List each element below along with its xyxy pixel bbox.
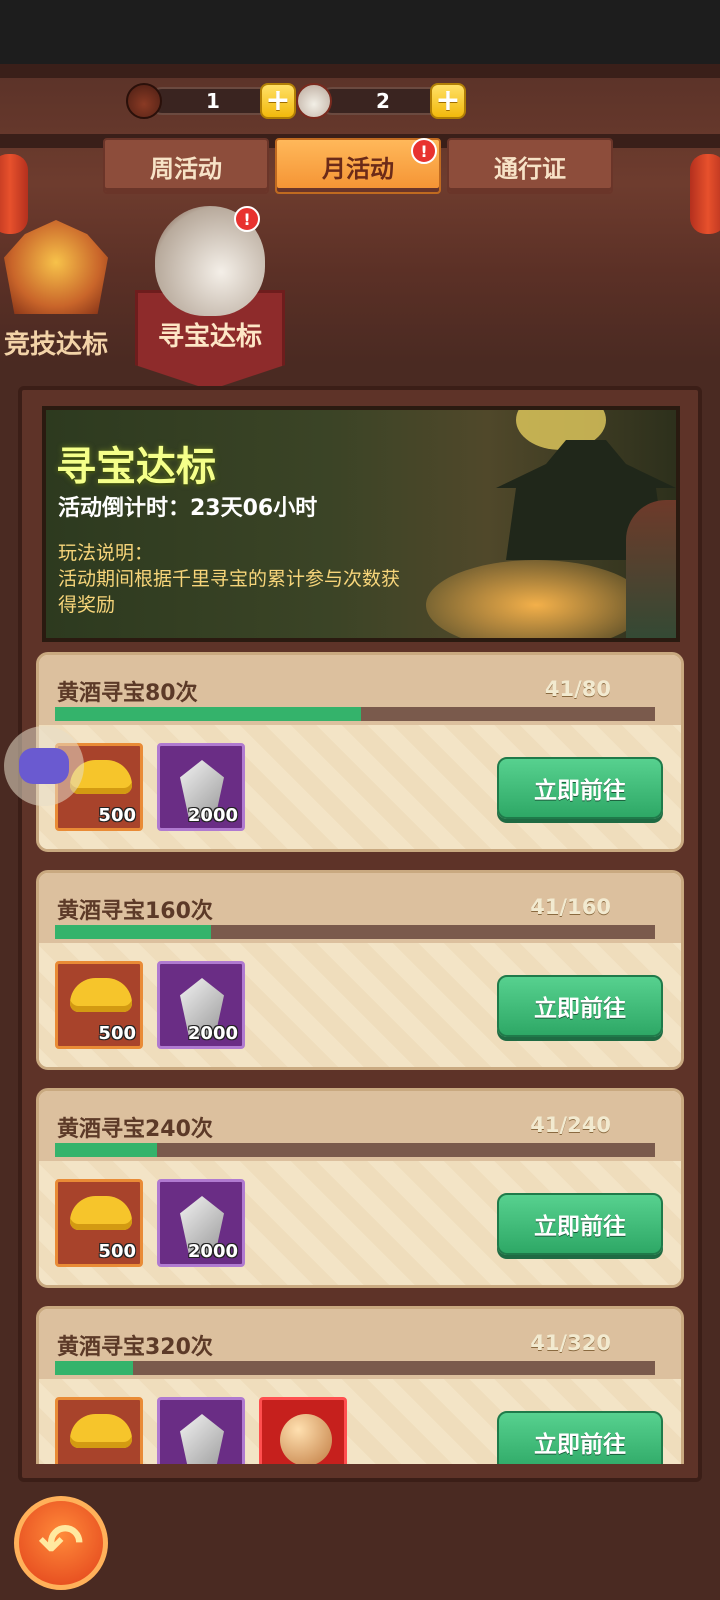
reward-crystal[interactable]: 2000 [157, 1179, 245, 1267]
orb-icon [280, 1414, 332, 1464]
category-label: 寻宝达标 [157, 322, 262, 352]
progress-fill [55, 707, 361, 721]
task-title: 黄酒寻宝160次 [57, 899, 213, 924]
back-button[interactable]: ↶ [14, 1496, 108, 1590]
progress-bar [55, 1361, 655, 1375]
go-now-button[interactable]: 立即前往 [497, 757, 663, 819]
event-rules: 玩法说明： 活动期间根据千里寻宝的累计参与次数获得奖励 [58, 542, 401, 616]
trophy-icon [4, 220, 108, 314]
go-now-button[interactable]: 立即前往 [497, 975, 663, 1037]
progress-bar [55, 1143, 655, 1157]
category-label: 竞技达标 [4, 330, 109, 360]
reward-gold-ingot[interactable]: 500 [55, 1179, 143, 1267]
currency-value: 2 [318, 87, 448, 115]
reward-qty: 2000 [187, 1241, 238, 1262]
lantern-icon [690, 154, 720, 234]
crystal-icon [180, 1414, 224, 1464]
gold-ingot-icon [70, 978, 132, 1012]
reward-qty: 500 [98, 1241, 136, 1262]
progress-bar [55, 707, 655, 721]
task-list[interactable]: 黄酒寻宝80次 41/80 500 2000 立即前往 黄酒寻宝160次 41/… [22, 652, 698, 1464]
task-progress-text: 41/80 [544, 677, 611, 701]
reward-qty: 2000 [187, 805, 238, 826]
add-wine-button[interactable]: + [260, 83, 296, 119]
tab-label: 通行证 [494, 154, 566, 183]
task-card: 黄酒寻宝160次 41/160 500 2000 立即前往 [36, 870, 684, 1070]
reward-qty: 500 [98, 1023, 136, 1044]
tab-pass[interactable]: 通行证 [447, 138, 613, 194]
reward-qty: 500 [98, 805, 136, 826]
task-progress-text: 41/320 [530, 1331, 611, 1355]
go-now-button[interactable]: 立即前往 [497, 1411, 663, 1464]
reward-orb[interactable] [259, 1397, 347, 1464]
tab-monthly[interactable]: 月活动 ! [275, 138, 441, 194]
back-arrow-icon: ↶ [38, 1511, 84, 1575]
tab-weekly[interactable]: 周活动 [103, 138, 269, 194]
alert-badge-icon: ! [234, 206, 260, 232]
add-treasure-button[interactable]: + [430, 83, 466, 119]
event-countdown: 活动倒计时：23天06小时 [58, 496, 318, 521]
gamepad-icon [19, 748, 69, 784]
task-progress-text: 41/160 [530, 895, 611, 919]
floating-assistant-button[interactable] [4, 726, 84, 806]
tab-label: 月活动 [322, 154, 394, 183]
category-treasure[interactable]: 寻宝达标 ! [150, 206, 270, 353]
task-title: 黄酒寻宝320次 [57, 1335, 213, 1360]
reward-crystal[interactable]: 2000 [157, 743, 245, 831]
category-arena[interactable]: 竞技达标 [4, 220, 108, 361]
character-portrait [626, 500, 676, 638]
event-banner: 寻宝达标 活动倒计时：23天06小时 玩法说明： 活动期间根据千里寻宝的累计参与… [42, 406, 680, 642]
lantern-glow [426, 560, 646, 638]
roof-beam [0, 64, 720, 78]
activity-tabs: 周活动 月活动 ! 通行证 [103, 138, 613, 194]
currency-treasure: 2 + [296, 83, 466, 119]
progress-bar [55, 925, 655, 939]
progress-fill [55, 925, 211, 939]
status-bar-area [0, 0, 720, 64]
banner-title: 寻宝达标 [56, 444, 216, 490]
go-now-button[interactable]: 立即前往 [497, 1193, 663, 1255]
reward-crystal[interactable] [157, 1397, 245, 1464]
currency-wine: 1 + [126, 83, 296, 119]
reward-gold-ingot[interactable] [55, 1397, 143, 1464]
task-title: 黄酒寻宝240次 [57, 1117, 213, 1142]
task-card: 黄酒寻宝320次 41/320 立即前往 [36, 1306, 684, 1464]
progress-fill [55, 1361, 133, 1375]
tab-label: 周活动 [150, 154, 222, 183]
alert-badge-icon: ! [411, 138, 437, 164]
gold-ingot-icon [70, 1414, 132, 1448]
gold-ingot-icon [70, 1196, 132, 1230]
treasure-jar-icon [296, 83, 332, 119]
currency-value: 1 [148, 87, 278, 115]
reward-gold-ingot[interactable]: 500 [55, 961, 143, 1049]
wine-jar-icon [126, 83, 162, 119]
task-progress-text: 41/240 [530, 1113, 611, 1137]
reward-crystal[interactable]: 2000 [157, 961, 245, 1049]
task-title: 黄酒寻宝80次 [57, 681, 198, 706]
task-card: 黄酒寻宝80次 41/80 500 2000 立即前往 [36, 652, 684, 852]
progress-fill [55, 1143, 157, 1157]
reward-qty: 2000 [187, 1023, 238, 1044]
task-card: 黄酒寻宝240次 41/240 500 2000 立即前往 [36, 1088, 684, 1288]
